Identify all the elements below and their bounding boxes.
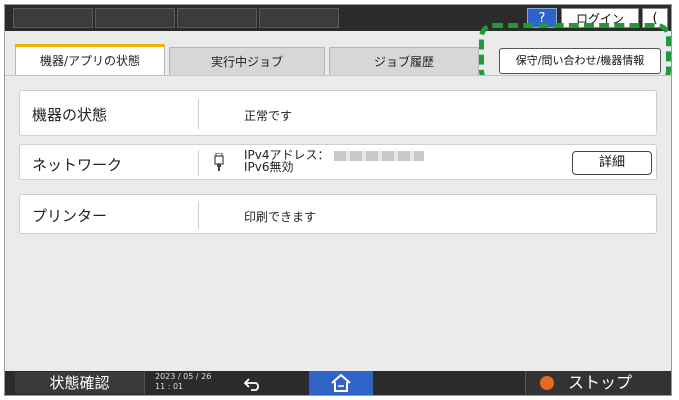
control-panel-frame: ? ログイン ( 機器/アプリの状態 実行中ジョブ ジョブ履歴 保守/問い合わせ… [4, 4, 672, 396]
stop-label: ストップ [568, 373, 633, 392]
time-text: 11 : 01 [155, 382, 184, 391]
printer-label: プリンター [32, 207, 108, 225]
network-row: ネットワーク IPv4アドレス： IPv6無効 詳細 [19, 144, 657, 180]
tab-running-jobs[interactable]: 実行中ジョブ [169, 47, 325, 75]
network-label: ネットワーク [32, 156, 123, 174]
status-content: 機器の状態 正常です ネットワーク IPv4アドレス： IPv6無効 詳細 プリ… [5, 75, 671, 371]
top-bar-slot[interactable] [259, 8, 339, 28]
home-icon[interactable] [309, 371, 373, 395]
maintenance-inquiry-info-button[interactable]: 保守/問い合わせ/機器情報 [499, 48, 661, 74]
stop-icon [540, 376, 554, 390]
back-arrow-icon[interactable] [233, 372, 273, 394]
date-time-display: 2023 / 05 / 26 11 : 01 [155, 372, 211, 392]
row-divider [198, 99, 199, 129]
tab-job-history[interactable]: ジョブ履歴 [329, 47, 479, 75]
device-status-row: 機器の状態 正常です [19, 90, 657, 136]
row-divider [198, 150, 199, 176]
status-check-button[interactable]: 状態確認 [15, 372, 145, 394]
help-button[interactable]: ? [527, 8, 557, 28]
printer-row: プリンター 印刷できます [19, 194, 657, 234]
network-value: IPv4アドレス： IPv6無効 [244, 149, 424, 173]
device-status-label: 機器の状態 [32, 106, 108, 124]
top-bar-slot[interactable] [13, 8, 93, 28]
login-button[interactable]: ログイン [561, 8, 639, 28]
top-bar: ? ログイン ( [5, 5, 671, 31]
top-bar-slot[interactable] [95, 8, 175, 28]
row-divider [198, 201, 199, 229]
tab-device-app-status[interactable]: 機器/アプリの状態 [15, 44, 165, 77]
network-detail-button[interactable]: 詳細 [572, 151, 652, 175]
date-text: 2023 / 05 / 26 [155, 372, 212, 381]
bottom-bar: 状態確認 2023 / 05 / 26 11 : 01 ストップ [5, 371, 671, 395]
device-status-value: 正常です [244, 109, 293, 123]
moon-icon[interactable]: ( [642, 8, 668, 28]
tab-bar: 機器/アプリの状態 実行中ジョブ ジョブ履歴 保守/問い合わせ/機器情報 [5, 23, 671, 85]
printer-value: 印刷できます [244, 210, 317, 224]
ip-address-redacted [333, 150, 424, 161]
ipv6-label: IPv6無効 [244, 160, 294, 174]
stop-button[interactable]: ストップ [525, 371, 671, 395]
top-bar-slot[interactable] [177, 8, 257, 28]
network-plug-icon [214, 153, 224, 171]
